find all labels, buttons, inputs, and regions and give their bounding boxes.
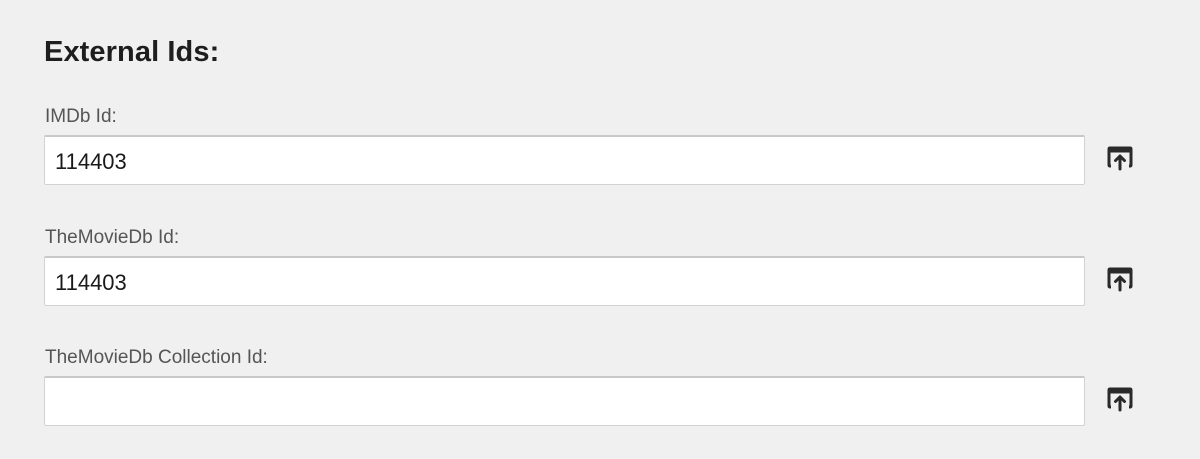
external-ids-section: External Ids: IMDb Id: TheMovieDb Id: Th… (0, 0, 1200, 459)
themoviedb-id-open-button[interactable] (1104, 263, 1136, 295)
themoviedb-collection-id-input[interactable] (44, 376, 1085, 426)
open-in-browser-icon (1107, 267, 1133, 292)
themoviedb-collection-id-open-button[interactable] (1104, 383, 1136, 415)
open-in-browser-icon (1107, 387, 1133, 412)
imdb-id-input[interactable] (44, 135, 1085, 185)
imdb-id-label: IMDb Id: (45, 106, 117, 127)
themoviedb-id-label: TheMovieDb Id: (45, 227, 180, 248)
section-title: External Ids: (44, 36, 220, 68)
open-in-browser-icon (1107, 146, 1133, 171)
imdb-id-open-button[interactable] (1104, 142, 1136, 174)
themoviedb-collection-id-label: TheMovieDb Collection Id: (45, 347, 268, 368)
themoviedb-id-input[interactable] (44, 256, 1085, 306)
